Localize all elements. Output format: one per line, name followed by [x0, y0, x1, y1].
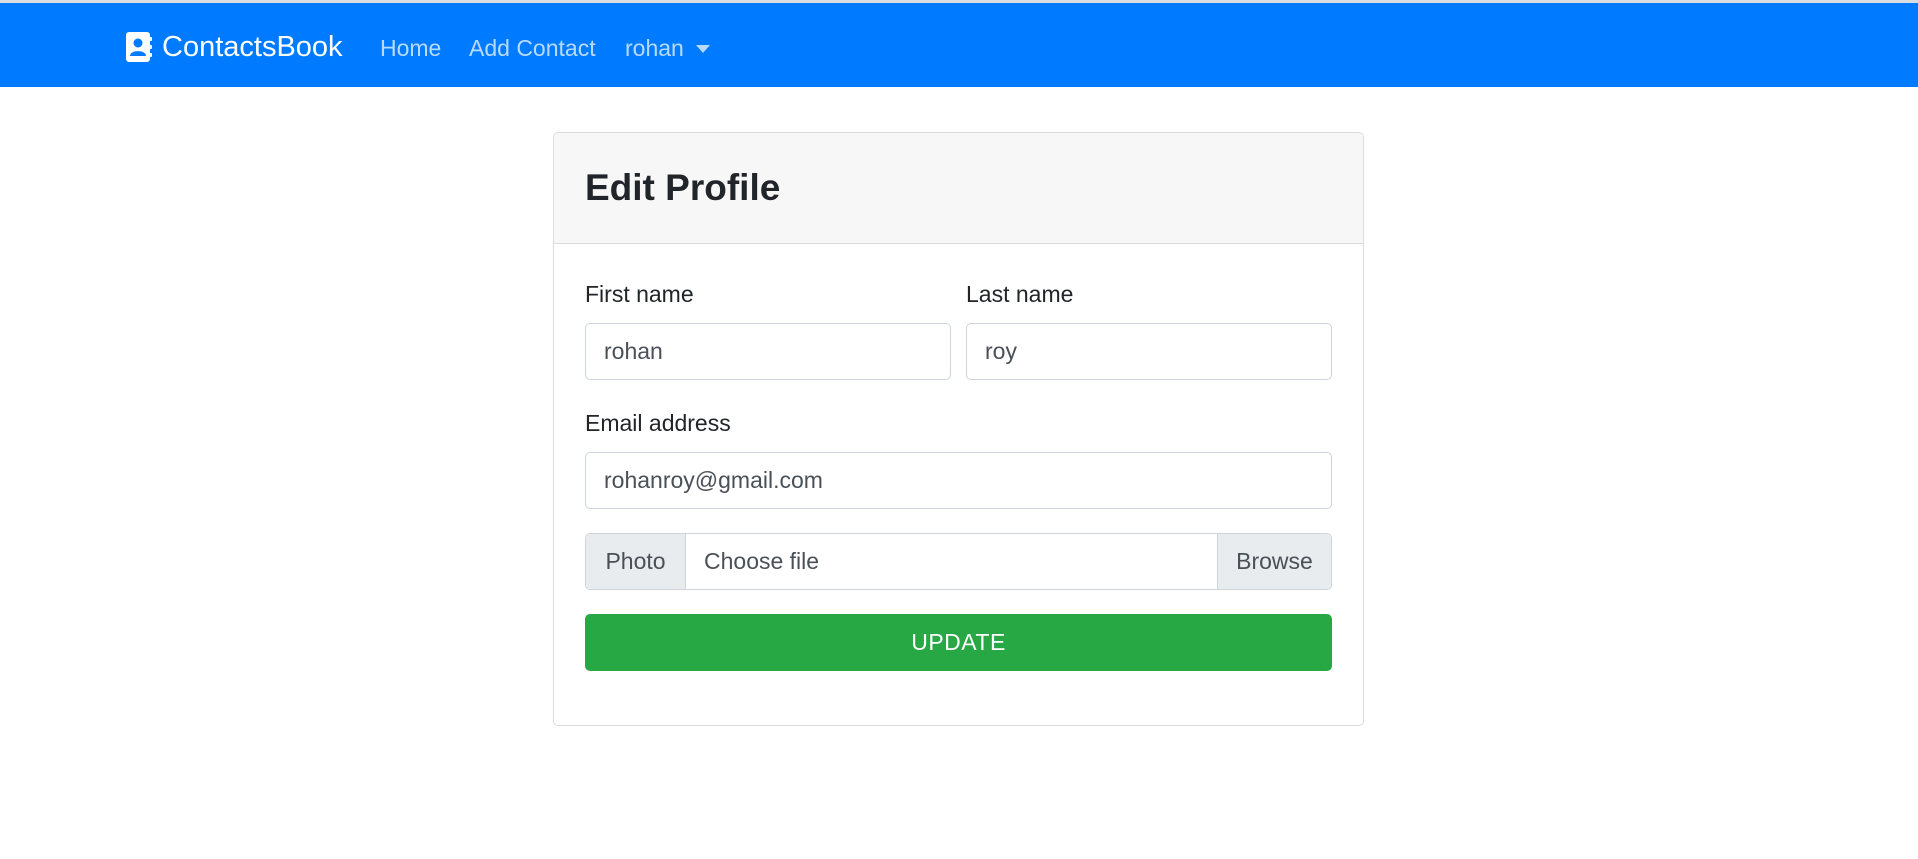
user-dropdown-toggle[interactable]: rohan: [625, 31, 710, 65]
nav-home-link[interactable]: Home: [380, 31, 441, 65]
nav-add-contact-link[interactable]: Add Contact: [469, 31, 596, 65]
photo-label: Photo: [586, 534, 686, 589]
user-name: rohan: [625, 35, 684, 61]
brand-link[interactable]: ContactsBook: [125, 29, 343, 65]
page-title: Edit Profile: [585, 167, 781, 208]
contact-book-icon: [126, 32, 152, 62]
last-name-input[interactable]: [966, 323, 1332, 380]
photo-file-input[interactable]: Photo Choose file Browse: [585, 533, 1332, 590]
email-input[interactable]: [585, 452, 1332, 509]
email-label: Email address: [585, 410, 731, 436]
browse-button[interactable]: Browse: [1217, 534, 1331, 589]
first-name-input[interactable]: [585, 323, 951, 380]
file-chooser-text[interactable]: Choose file: [704, 534, 819, 589]
first-name-label: First name: [585, 281, 694, 307]
card-header: Edit Profile: [554, 133, 1363, 244]
top-navbar: ContactsBook Home Add Contact rohan: [0, 3, 1918, 87]
last-name-label: Last name: [966, 281, 1074, 307]
brand-name: ContactsBook: [162, 31, 343, 63]
caret-down-icon: [695, 45, 710, 53]
update-button[interactable]: UPDATE: [585, 614, 1332, 671]
edit-profile-card: Edit Profile First name Last name Email …: [553, 132, 1364, 726]
